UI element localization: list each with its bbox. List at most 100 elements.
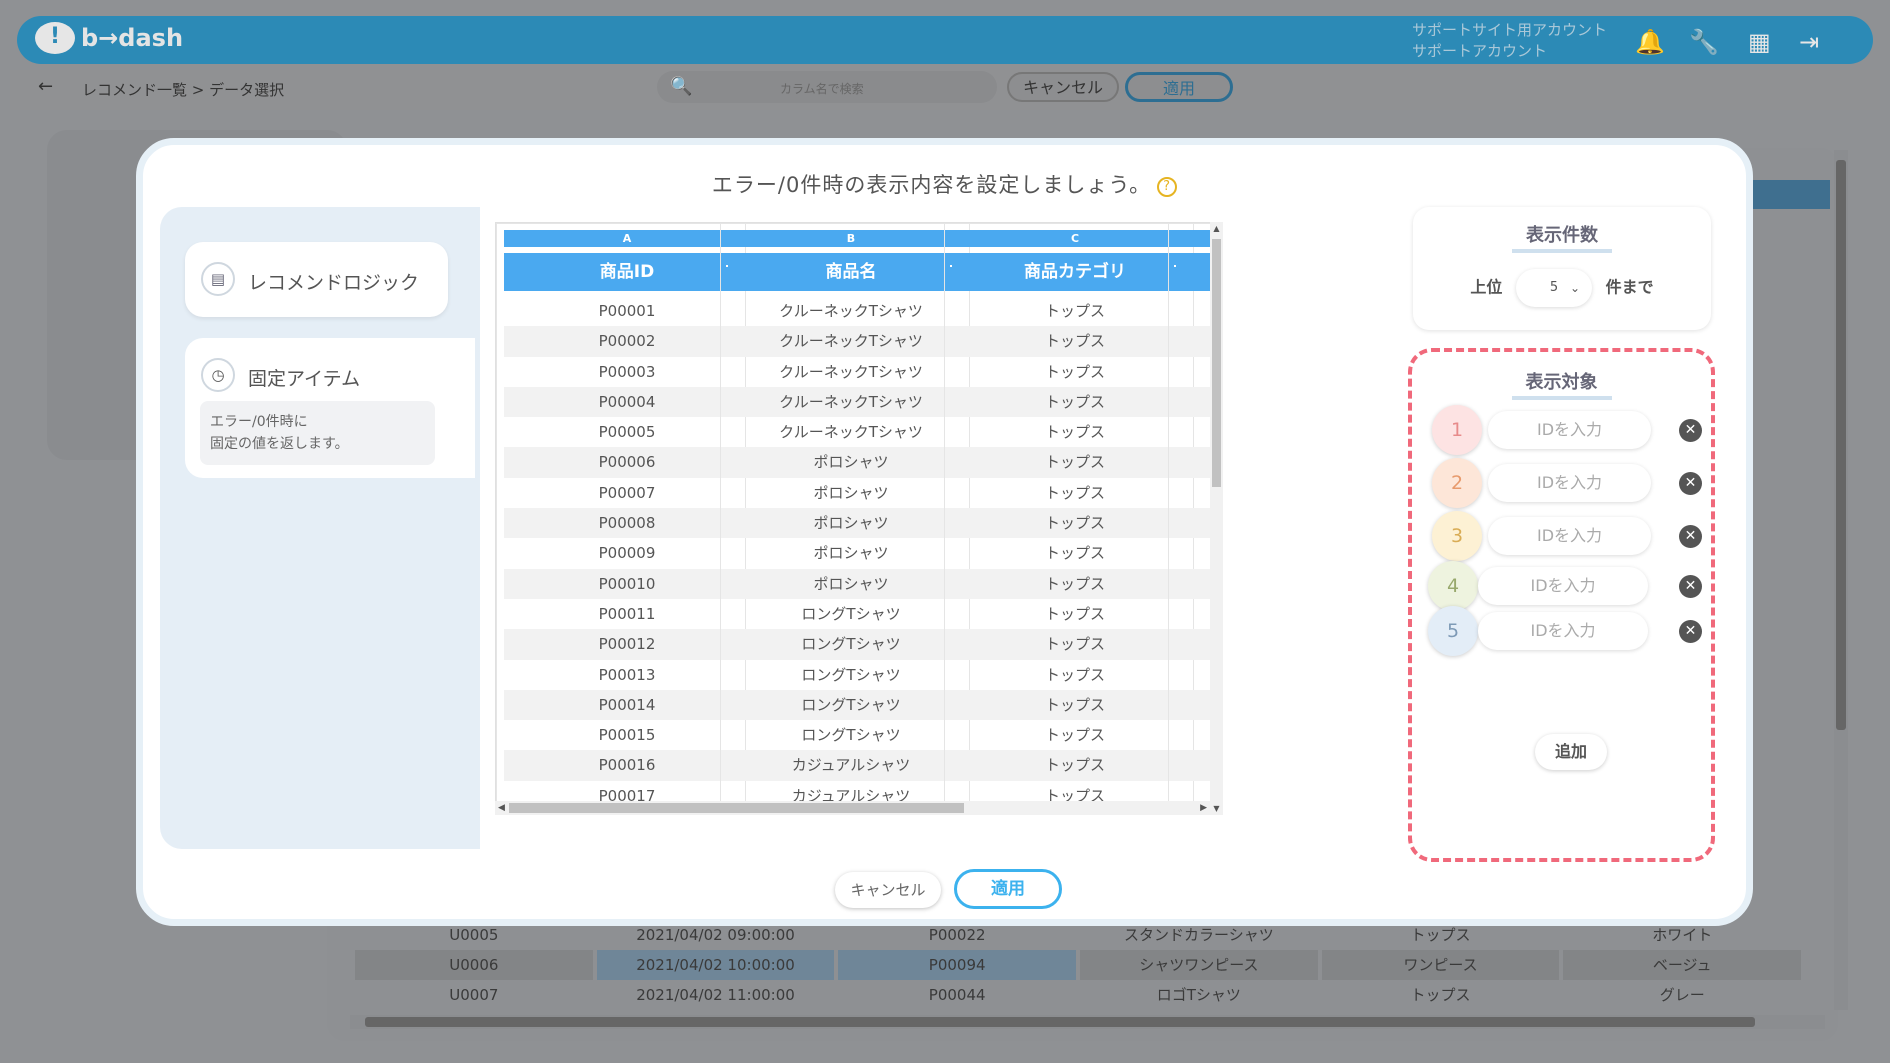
logo-icon — [35, 22, 75, 54]
grid-menu-icon[interactable]: ▦ — [1748, 28, 1771, 56]
remove-target-icon[interactable]: ✕ — [1679, 472, 1702, 495]
table-cell: トップス — [1044, 423, 1105, 442]
table-cell: P00012 — [504, 629, 750, 660]
error-settings-modal: エラー/0件時の表示内容を設定しましょう。? ▤ レコメンドロジック ◷ 固定ア… — [136, 138, 1753, 926]
target-rank-badge: 3 — [1432, 511, 1482, 561]
table-cell: P00001 — [598, 302, 656, 320]
table-cell: トップス — [952, 386, 1198, 418]
recommend-logic-option[interactable]: ▤ レコメンドロジック — [185, 242, 448, 317]
table-cell: P00010 — [504, 568, 750, 599]
table-cell: P00003 — [598, 362, 656, 381]
target-rank-badge: 1 — [1432, 405, 1482, 455]
table-cell: カジュアルシャツ — [728, 750, 974, 781]
back-arrow-icon[interactable]: ← — [38, 76, 53, 97]
clipboard-icon: ▤ — [201, 262, 235, 296]
display-count-title: 表示件数 — [1413, 221, 1711, 253]
table-cell: P00009 — [598, 544, 656, 563]
bell-icon[interactable]: 🔔 — [1635, 28, 1665, 56]
remove-target-icon[interactable]: ✕ — [1679, 525, 1702, 548]
table-cell: P00011 — [598, 604, 656, 623]
scroll-left-icon: ◀ — [498, 803, 505, 813]
target-id-input[interactable]: IDを入力 — [1478, 612, 1648, 650]
column-letter: B — [728, 230, 974, 247]
table-cell: クルーネックTシャツ — [779, 362, 923, 381]
app-header: b→dash サポートサイト用アカウント サポートアカウント 🔔 🔧 ▦ ⇥ — [17, 16, 1873, 64]
column-header-product-id[interactable]: 商品ID — [504, 253, 750, 291]
remove-target-icon[interactable]: ✕ — [1679, 620, 1702, 643]
scroll-down-icon: ▼ — [1213, 804, 1220, 813]
account-name[interactable]: サポートサイト用アカウント サポートアカウント — [1412, 20, 1607, 62]
product-table: A 商品ID P00001 P00002 P00003 P00004 P00005 P00… — [495, 222, 1223, 815]
table-cell: ポロシャツ — [728, 568, 974, 599]
breadcrumb: レコメンド一覧 > データ選択 — [82, 81, 285, 99]
column-header-product-category[interactable]: 商品カテゴリ — [952, 253, 1198, 291]
remove-target-icon[interactable]: ✕ — [1679, 419, 1702, 442]
table-cell: トップス — [1044, 665, 1105, 684]
add-target-button[interactable]: 追加 — [1535, 734, 1607, 770]
table-vertical-scrollbar[interactable]: ▲ ▼ — [1210, 222, 1223, 815]
target-id-input[interactable]: IDを入力 — [1488, 464, 1651, 502]
table-cell: トップス — [952, 508, 1198, 539]
table-cell: ポロシャツ — [728, 508, 974, 539]
display-count-card: 表示件数 上位 5 ⌄ 件まで — [1413, 207, 1711, 330]
target-item-row: 5 IDを入力 ✕ — [1428, 606, 1702, 656]
background-vertical-scrollbar[interactable] — [1834, 150, 1848, 1010]
modal-cancel-button[interactable]: キャンセル — [835, 872, 941, 908]
target-id-input[interactable]: IDを入力 — [1488, 517, 1651, 555]
target-rank-badge: 5 — [1428, 606, 1478, 656]
table-cell: トップス — [1044, 302, 1105, 320]
help-icon[interactable]: ? — [1157, 177, 1178, 197]
table-cell: クルーネックTシャツ — [728, 386, 974, 418]
table-cell: トップス — [1044, 362, 1105, 381]
table-cell: トップス — [1044, 726, 1105, 745]
scroll-up-icon: ▲ — [1213, 224, 1220, 233]
chevron-down-icon: ⌄ — [1569, 281, 1580, 295]
table-cell: ポロシャツ — [728, 447, 974, 478]
target-item-row: 2 IDを入力 ✕ — [1432, 458, 1702, 508]
table-cell: トップス — [1044, 544, 1105, 563]
table-cell: P00013 — [598, 665, 656, 684]
table-horizontal-scrollbar[interactable]: ◀ ▶ — [495, 801, 1210, 815]
display-count-row: 上位 5 ⌄ 件まで — [1413, 269, 1711, 307]
column-header-product-name[interactable]: 商品名 — [728, 253, 974, 291]
table-cell: トップス — [1044, 604, 1105, 623]
target-id-input[interactable]: IDを入力 — [1488, 411, 1651, 449]
table-cell: ロングTシャツ — [801, 604, 901, 623]
target-id-input[interactable]: IDを入力 — [1478, 567, 1648, 605]
clock-icon: ◷ — [201, 358, 235, 392]
table-row: U0006 2021/04/02 10:00:00 P00094 シャツワンピース ワン… — [355, 950, 1805, 980]
logout-icon[interactable]: ⇥ — [1799, 28, 1819, 56]
table-cell: P00002 — [504, 326, 750, 357]
fixed-item-option[interactable]: ◷ 固定アイテム エラー/0件時に 固定の値を返します。 — [185, 338, 475, 478]
background-right-strip — [1748, 150, 1830, 801]
toolbar-apply-button[interactable]: 適用 — [1125, 72, 1233, 102]
mode-selector-panel: ▤ レコメンドロジック ◷ 固定アイテム エラー/0件時に 固定の値を返します。 — [160, 207, 480, 849]
modal-title: エラー/0件時の表示内容を設定しましょう。? — [143, 169, 1746, 199]
table-cell: トップス — [952, 750, 1198, 781]
modal-apply-button[interactable]: 適用 — [954, 869, 1062, 909]
product-table-panel: A 商品ID P00001 P00002 P00003 P00004 P00005 P00… — [480, 207, 1235, 849]
table-cell: クルーネックTシャツ — [779, 302, 923, 320]
column-letter: A — [504, 230, 750, 247]
table-cell: トップス — [952, 447, 1198, 478]
table-row: U0007 2021/04/02 11:00:00 P00044 ロゴTシャツ トップス… — [449, 986, 1705, 1004]
table-cell: ロングTシャツ — [728, 629, 974, 660]
table-cell: ロングTシャツ — [801, 726, 901, 745]
table-cell: P00006 — [504, 447, 750, 478]
target-rank-badge: 2 — [1432, 458, 1482, 508]
search-icon: 🔍 — [670, 76, 693, 97]
background-horizontal-scrollbar[interactable] — [350, 1015, 1825, 1029]
display-count-select[interactable]: 5 ⌄ — [1516, 269, 1592, 307]
logo[interactable]: b→dash — [35, 22, 183, 54]
table-cell: トップス — [952, 326, 1198, 357]
table-cell: P00014 — [504, 689, 750, 721]
toolbar-cancel-button[interactable]: キャンセル — [1007, 72, 1119, 102]
table-cell: ロングTシャツ — [801, 665, 901, 684]
display-target-box: 表示対象 1 IDを入力 ✕ 2 IDを入力 ✕ 3 IDを入力 ✕ 4 IDを入力 ✕ 5 IDを入力 ✕… — [1408, 348, 1715, 862]
table-cell: クルーネックTシャツ — [728, 326, 974, 357]
wrench-icon[interactable]: 🔧 — [1689, 28, 1719, 56]
table-cell: トップス — [952, 568, 1198, 599]
remove-target-icon[interactable]: ✕ — [1679, 575, 1702, 598]
search-placeholder: カラム名で検索 — [780, 82, 864, 96]
fixed-item-description: エラー/0件時に 固定の値を返します。 — [200, 401, 435, 465]
